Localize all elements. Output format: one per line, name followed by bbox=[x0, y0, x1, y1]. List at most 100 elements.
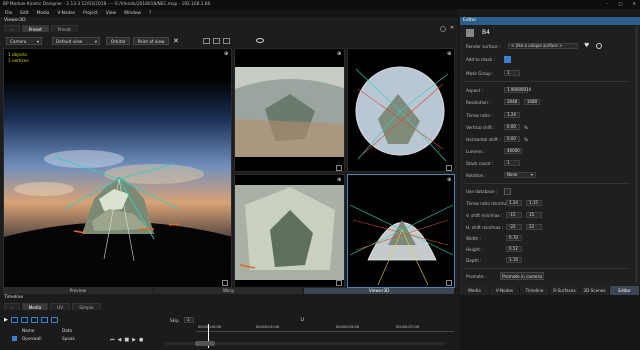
menu-project[interactable]: Project bbox=[83, 11, 98, 16]
timeline-title: Timeline bbox=[4, 295, 24, 300]
menu-help[interactable]: ? bbox=[149, 11, 151, 16]
resolution-width-field[interactable]: 2048 bbox=[504, 99, 520, 105]
heart-icon[interactable]: ♥ bbox=[584, 42, 589, 49]
visibility-toggle-icon[interactable] bbox=[596, 43, 602, 49]
viewer-tab-settings-icon[interactable] bbox=[440, 26, 446, 32]
tab-timeline[interactable]: Timeline bbox=[520, 286, 550, 295]
zoom-icon[interactable]: ⊕ bbox=[447, 51, 451, 57]
resolution-height-field[interactable]: 1080 bbox=[524, 99, 540, 105]
tab-editor[interactable]: Editor bbox=[610, 286, 640, 295]
clip-icon-4[interactable] bbox=[40, 317, 48, 323]
orbital-button[interactable]: Orbital bbox=[106, 37, 130, 45]
magnet-icon[interactable]: ∪ bbox=[300, 316, 304, 323]
viewport-top-right-scene bbox=[348, 49, 454, 171]
record-icon[interactable]: ● bbox=[139, 337, 143, 343]
viewport-top-center[interactable]: ⊕ bbox=[234, 48, 345, 172]
menu-window[interactable]: Window bbox=[124, 11, 141, 16]
speed-field[interactable]: 1 bbox=[184, 317, 194, 323]
clip-icon-3[interactable] bbox=[30, 317, 38, 323]
viewport-top-right[interactable]: ⊕ bbox=[347, 48, 455, 172]
object-color-swatch[interactable] bbox=[466, 29, 474, 37]
crosshair-icon[interactable]: ✕ bbox=[172, 37, 180, 45]
expand-icon[interactable] bbox=[336, 280, 342, 286]
tab-media[interactable]: Media bbox=[460, 286, 490, 295]
v-shift-min-field[interactable]: -15 bbox=[506, 212, 522, 218]
menu-edit[interactable]: Edit bbox=[20, 11, 28, 16]
depth-field[interactable]: 1.16 bbox=[506, 257, 522, 263]
tab-v-nodes[interactable]: V-Nodes bbox=[490, 286, 520, 295]
vertical-shift-field[interactable]: 0.00 bbox=[504, 124, 520, 130]
expand-icon[interactable] bbox=[222, 280, 228, 286]
maximize-button[interactable]: □ bbox=[618, 0, 622, 9]
play-icon[interactable]: ▶ bbox=[4, 317, 8, 323]
aspect-field[interactable]: 1.90000010 bbox=[504, 87, 531, 93]
clip-icon-1[interactable] bbox=[10, 317, 18, 323]
depth-label: Depth : bbox=[466, 258, 482, 263]
tab-left-arrow[interactable]: ‹ bbox=[4, 25, 20, 32]
rewind-icon[interactable]: ◀ bbox=[118, 337, 122, 343]
expand-icon[interactable] bbox=[336, 165, 342, 171]
use-database-checkbox[interactable] bbox=[504, 188, 511, 195]
timeline-scroll-thumb[interactable] bbox=[195, 341, 215, 346]
tab-media-timeline[interactable]: Media bbox=[21, 303, 49, 310]
throw-ratio-min-field[interactable]: 1.24 bbox=[506, 200, 522, 206]
zoom-icon[interactable]: ⊕ bbox=[337, 51, 341, 57]
menu-v-nodes[interactable]: V-Nodes bbox=[57, 11, 75, 16]
layout-icon-2[interactable] bbox=[213, 38, 220, 44]
promote-in-camera-button[interactable]: Promote in camera bbox=[500, 272, 544, 280]
mask-group-field[interactable]: 1 bbox=[504, 70, 520, 76]
layout-icon-1[interactable] bbox=[203, 38, 210, 44]
render-surface-select[interactable]: < Use a unique surface > bbox=[508, 43, 578, 49]
throw-ratio-max-field[interactable]: 1.15 bbox=[526, 200, 542, 206]
viewer-close-icon[interactable]: ✕ bbox=[449, 25, 455, 31]
play-icon[interactable]: ▶ bbox=[132, 337, 136, 343]
h-shift-max-field[interactable]: 22 bbox=[526, 224, 542, 230]
point-of-view-button[interactable]: Point of view bbox=[133, 37, 169, 45]
render-surface-label: Render surface : bbox=[466, 44, 501, 49]
clip-icon-2[interactable] bbox=[20, 317, 28, 323]
viewport-bottom-center[interactable]: ⊕ bbox=[234, 174, 345, 288]
divider bbox=[464, 81, 630, 82]
tab-simple[interactable]: Simple bbox=[72, 303, 101, 310]
expand-icon[interactable] bbox=[446, 280, 452, 286]
camera-select[interactable]: Camera ▾ bbox=[6, 37, 42, 45]
zoom-icon[interactable]: ⊕ bbox=[337, 177, 341, 183]
stack-count-field[interactable]: 1 bbox=[504, 160, 520, 166]
tab-preset-1[interactable]: Preset bbox=[21, 25, 49, 32]
rotation-select[interactable]: None ▾ bbox=[504, 172, 536, 178]
track-name[interactable]: Openwall bbox=[22, 336, 42, 341]
skip-back-icon[interactable]: ⏮ bbox=[110, 337, 115, 343]
width-field[interactable]: 0.70 bbox=[506, 235, 522, 241]
tab-3d-scenes[interactable]: 3D Scenes bbox=[580, 286, 610, 295]
zoom-icon[interactable]: ⊕ bbox=[447, 177, 451, 183]
clip-icon-5[interactable] bbox=[50, 317, 58, 323]
lumens-field[interactable]: 40000 bbox=[504, 148, 522, 154]
viewport-bottom-right[interactable]: ⊕ bbox=[347, 174, 455, 288]
view-select[interactable]: Default view ▾ bbox=[52, 37, 100, 45]
lumens-label: Lumens : bbox=[466, 149, 486, 154]
stop-icon[interactable]: ■ bbox=[124, 337, 129, 343]
track-data: Speak bbox=[62, 336, 75, 341]
height-field[interactable]: 0.52 bbox=[506, 246, 522, 252]
expand-icon[interactable] bbox=[446, 165, 452, 171]
tab-preset-2[interactable]: Preset bbox=[50, 25, 78, 32]
tab-r-surfaces[interactable]: R-Surfaces bbox=[550, 286, 580, 295]
zoom-icon[interactable]: ⊕ bbox=[224, 51, 228, 57]
eye-icon[interactable] bbox=[256, 38, 264, 43]
add-to-mask-checkbox[interactable] bbox=[504, 56, 511, 63]
main-viewport[interactable]: 1 objects 1 vertices ⊕ bbox=[3, 48, 232, 288]
editor-scrollbar[interactable] bbox=[635, 27, 638, 282]
h-shift-min-field[interactable]: -22 bbox=[506, 224, 522, 230]
horizontal-shift-field[interactable]: 0.00 bbox=[504, 136, 520, 142]
close-window-button[interactable]: ✕ bbox=[632, 0, 636, 9]
menu-file[interactable]: File bbox=[5, 11, 12, 16]
v-shift-max-field[interactable]: 15 bbox=[526, 212, 542, 218]
tab-uv[interactable]: UV bbox=[50, 303, 71, 310]
throw-ratio-field[interactable]: 1.24 bbox=[504, 112, 520, 118]
minimize-button[interactable]: – bbox=[606, 0, 608, 9]
layout-icon-3[interactable] bbox=[223, 38, 230, 44]
tab-left-arrow[interactable]: ‹ bbox=[4, 303, 20, 310]
menu-media[interactable]: Media bbox=[37, 11, 50, 16]
menu-view[interactable]: View bbox=[106, 11, 116, 16]
time-ruler: 00:00:00:00 00:00:01:00 00:00:03:00 00:0… bbox=[196, 324, 454, 332]
